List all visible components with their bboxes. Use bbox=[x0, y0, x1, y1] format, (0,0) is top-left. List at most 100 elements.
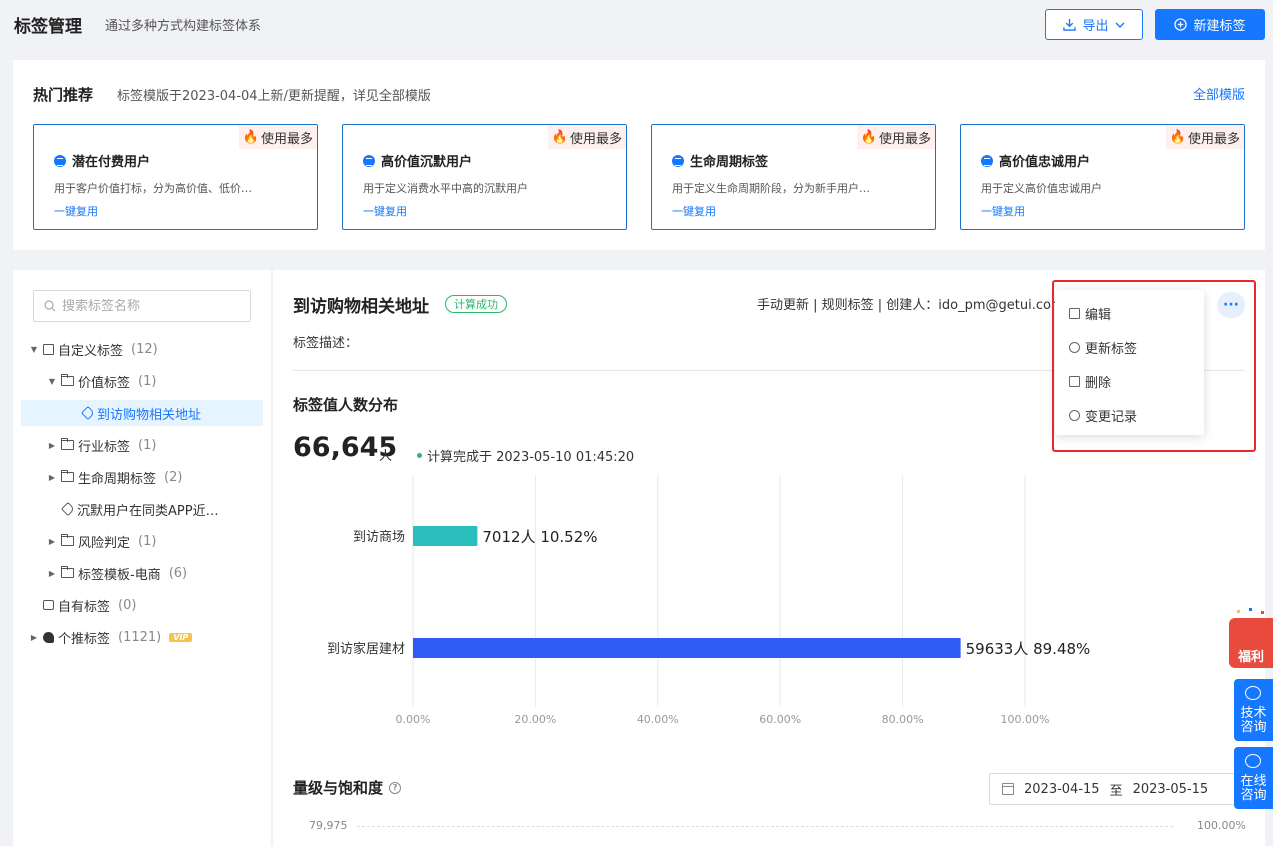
status-dot-icon bbox=[417, 453, 422, 458]
template-card[interactable]: 🔥 使用最多 生命周期标签 用于定义生命周期阶段，分为新手用户… 一键复用 bbox=[651, 124, 936, 230]
gift-widget[interactable]: 福利 bbox=[1229, 608, 1273, 668]
menu-item-update[interactable]: 更新标签 bbox=[1069, 337, 1137, 357]
template-card[interactable]: 🔥 使用最多 高价值忠诚用户 用于定义高价值忠诚用户 一键复用 bbox=[960, 124, 1245, 230]
caret-right-icon[interactable]: ▶ bbox=[47, 441, 57, 450]
trash-icon bbox=[1069, 375, 1080, 387]
search-input[interactable] bbox=[62, 298, 242, 314]
menu-item-history[interactable]: 变更记录 bbox=[1069, 405, 1137, 425]
reuse-link[interactable]: 一键复用 bbox=[981, 203, 1025, 219]
x-tick-label: 0.00% bbox=[396, 713, 431, 726]
calendar-icon bbox=[1002, 783, 1014, 795]
y-axis-left-max: 79,975 bbox=[309, 819, 348, 832]
new-tag-label: 新建标签 bbox=[1193, 19, 1246, 34]
database-icon bbox=[43, 600, 54, 610]
top-bar: 标签管理 通过多种方式构建标签体系 导出 新建标签 bbox=[0, 0, 1273, 48]
bar bbox=[413, 638, 961, 658]
card-desc: 用于客户价值打标，分为高价值、低价… bbox=[54, 182, 252, 195]
card-title: 高价值忠诚用户 bbox=[999, 155, 1091, 170]
bar bbox=[413, 526, 478, 546]
date-from[interactable]: 2023-04-15 bbox=[1024, 782, 1100, 797]
more-actions-button[interactable]: ··· bbox=[1217, 292, 1245, 318]
date-range-picker[interactable]: 2023-04-15 至 2023-05-15 bbox=[989, 773, 1245, 805]
tag-tree-sidebar: ▼ 自定义标签(12) ▼ 价值标签(1) 到访购物相关地址 ▶ 行业标签(1)… bbox=[13, 270, 271, 846]
page-title: 标签管理 bbox=[14, 17, 82, 37]
gift-label: 福利 bbox=[1237, 650, 1264, 665]
tree-node-getui-tags[interactable]: ▶ 个推标签 (1121) VIP bbox=[29, 624, 193, 650]
online-consult-label: 在线咨询 bbox=[1240, 774, 1267, 803]
vip-badge: VIP bbox=[169, 632, 193, 642]
reuse-link[interactable]: 一键复用 bbox=[54, 203, 98, 219]
reuse-link[interactable]: 一键复用 bbox=[672, 203, 716, 219]
download-icon bbox=[1063, 18, 1077, 31]
gridline bbox=[357, 826, 1173, 827]
hot-subtitle: 标签模版于2023-04-04上新/更新提醒，详见全部模版 bbox=[117, 89, 431, 104]
menu-item-delete[interactable]: 删除 bbox=[1069, 371, 1111, 391]
fire-icon: 🔥 bbox=[551, 129, 568, 145]
search-icon bbox=[44, 300, 56, 312]
help-icon[interactable]: ? bbox=[389, 781, 402, 794]
distribution-chart: 0.00% 20.00% 40.00% 60.00% 80.00% 100.00% 到访商场… bbox=[327, 475, 1091, 726]
caret-down-icon[interactable]: ▼ bbox=[29, 345, 39, 354]
plus-circle-icon bbox=[1174, 18, 1188, 31]
page-subtitle: 通过多种方式构建标签体系 bbox=[105, 19, 262, 34]
caret-right-icon[interactable]: ▶ bbox=[47, 473, 57, 482]
tree-node-own-tags[interactable]: 自有标签 (0) bbox=[43, 592, 136, 618]
refresh-icon bbox=[1069, 341, 1080, 353]
caret-down-icon[interactable]: ▼ bbox=[47, 377, 57, 386]
category-label: 到访商场 bbox=[353, 530, 405, 545]
x-tick-label: 20.00% bbox=[514, 713, 556, 726]
tag-icon bbox=[80, 405, 96, 421]
fire-icon: 🔥 bbox=[242, 129, 259, 145]
hot-title: 热门推荐 bbox=[33, 86, 94, 104]
export-label: 导出 bbox=[1082, 19, 1109, 34]
search-box[interactable] bbox=[33, 290, 251, 322]
list-icon bbox=[363, 154, 375, 167]
online-consult-button[interactable]: 在线咨询 bbox=[1234, 747, 1273, 809]
tag-icon bbox=[60, 501, 76, 517]
caret-right-icon[interactable]: ▶ bbox=[29, 633, 39, 642]
tag-desc-label: 标签描述： bbox=[293, 336, 359, 351]
distribution-title: 标签值人数分布 bbox=[293, 396, 399, 414]
tree-node-silent-user[interactable]: 沉默用户在同类APP近… bbox=[60, 496, 219, 522]
most-used-badge: 🔥 使用最多 bbox=[238, 125, 317, 149]
clock-icon bbox=[1069, 409, 1080, 421]
export-button[interactable]: 导出 bbox=[1045, 9, 1143, 40]
caret-right-icon[interactable]: ▶ bbox=[47, 537, 57, 546]
more-actions-menu: 编辑 更新标签 删除 变更记录 bbox=[1055, 290, 1204, 435]
list-icon bbox=[981, 154, 993, 167]
date-to[interactable]: 2023-05-15 bbox=[1133, 782, 1209, 797]
menu-item-edit[interactable]: 编辑 bbox=[1069, 303, 1111, 323]
all-templates-link[interactable]: 全部模版 bbox=[1193, 84, 1245, 103]
caret-right-icon[interactable]: ▶ bbox=[47, 569, 57, 578]
reuse-link[interactable]: 一键复用 bbox=[363, 203, 407, 219]
confetti-icon bbox=[1233, 608, 1269, 618]
card-title: 高价值沉默用户 bbox=[381, 155, 473, 170]
folder-icon bbox=[61, 438, 74, 450]
hot-recommend-panel: 热门推荐 标签模版于2023-04-04上新/更新提醒，详见全部模版 全部模版 … bbox=[13, 60, 1265, 250]
card-desc: 用于定义消费水平中高的沉默用户 bbox=[363, 182, 528, 195]
new-tag-button[interactable]: 新建标签 bbox=[1155, 9, 1265, 40]
folder-icon bbox=[61, 566, 74, 578]
tree-node-ecommerce-template[interactable]: ▶ 标签模板-电商 (6) bbox=[47, 560, 187, 586]
chevron-down-icon bbox=[1115, 22, 1124, 28]
card-desc: 用于定义高价值忠诚用户 bbox=[981, 182, 1102, 195]
template-card[interactable]: 🔥 使用最多 潜在付费用户 用于客户价值打标，分为高价值、低价… 一键复用 bbox=[33, 124, 318, 230]
x-tick-label: 40.00% bbox=[637, 713, 679, 726]
tree-node-custom[interactable]: ▼ 自定义标签 (12) bbox=[29, 336, 158, 362]
tree-node-industry[interactable]: ▶ 行业标签 (1) bbox=[47, 432, 157, 458]
x-tick-label: 80.00% bbox=[882, 713, 924, 726]
y-axis-right-max: 100.00% bbox=[1197, 819, 1246, 832]
tree-node-risk[interactable]: ▶ 风险判定 (1) bbox=[47, 528, 157, 554]
tree-node-value[interactable]: ▼ 价值标签 (1) bbox=[47, 368, 157, 394]
data-label: 7012人 10.52% bbox=[482, 528, 597, 546]
tree-node-selected-tag[interactable]: 到访购物相关地址 bbox=[21, 400, 263, 426]
tag-name: 到访购物相关地址 bbox=[293, 297, 429, 317]
tech-consult-button[interactable]: 技术咨询 bbox=[1234, 679, 1273, 741]
template-card[interactable]: 🔥 使用最多 高价值沉默用户 用于定义消费水平中高的沉默用户 一键复用 bbox=[342, 124, 627, 230]
most-used-badge: 🔥 使用最多 bbox=[547, 125, 626, 149]
chat-icon bbox=[1245, 686, 1261, 700]
data-label: 59633人 89.48% bbox=[966, 640, 1091, 658]
most-used-badge: 🔥 使用最多 bbox=[1165, 125, 1244, 149]
tree-node-lifecycle[interactable]: ▶ 生命周期标签 (2) bbox=[47, 464, 183, 490]
most-used-badge: 🔥 使用最多 bbox=[856, 125, 935, 149]
